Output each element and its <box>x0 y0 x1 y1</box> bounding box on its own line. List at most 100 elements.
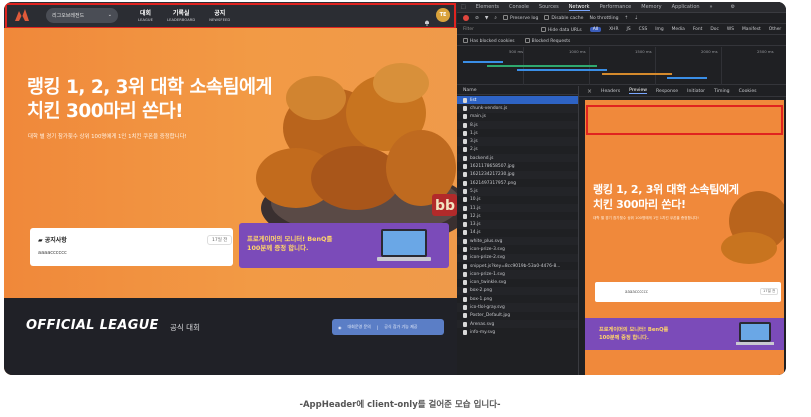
promo-banner[interactable]: 프로게이머의 모니터! BenQ를 100분께 증정 합니다. <box>239 223 449 268</box>
panel-divider[interactable] <box>578 86 579 375</box>
file-icon <box>463 180 467 186</box>
download-icon[interactable]: ⇣ <box>634 16 638 21</box>
request-row[interactable]: white_plus.svg <box>457 237 578 246</box>
request-row[interactable]: 1621234217230.jpg <box>457 170 578 179</box>
clear-icon[interactable]: ⊘ <box>475 16 479 21</box>
tab-memory[interactable]: Memory <box>641 4 661 10</box>
request-row[interactable]: box-1.png <box>457 295 578 303</box>
record-icon[interactable] <box>463 15 469 21</box>
tab-response[interactable]: Response <box>656 89 678 94</box>
request-row[interactable]: 1621178658507.jpg <box>457 162 578 170</box>
request-name: snippet.js?key=8cc9019b-53a0-4476-8... <box>470 263 561 269</box>
type-manifest[interactable]: Manifest <box>742 27 761 32</box>
request-row[interactable]: snippet.js?key=8cc9019b-53a0-4476-8... <box>457 262 578 270</box>
tab-initiator[interactable]: Initiator <box>687 89 705 94</box>
request-name: Poster_Default.jpg <box>470 313 511 319</box>
request-row[interactable]: 14.js <box>457 229 578 237</box>
request-name: 14.js <box>470 230 481 236</box>
request-row[interactable]: icon_twinkle.svg <box>457 279 578 287</box>
tab-performance[interactable]: Performance <box>600 4 632 10</box>
filter-input[interactable]: Filter <box>463 27 533 32</box>
network-timeline[interactable]: 500 ms 1000 ms 1500 ms 2000 ms 2500 ms <box>457 47 786 85</box>
request-row[interactable]: 11.js <box>457 203 578 213</box>
tab-application[interactable]: Application <box>672 4 700 10</box>
file-icon <box>463 164 467 170</box>
notice-card[interactable]: ▰ 공지사항 17일 전 aaaacccccc <box>30 228 233 266</box>
badge-text: bb <box>435 198 455 214</box>
contact-button[interactable]: 대회운영 문의 <box>348 324 371 330</box>
devtools-panel: ⬚ Elements Console Sources Network Perfo… <box>457 2 786 375</box>
request-row[interactable]: main.js <box>457 113 578 121</box>
blocked-cookies-checkbox[interactable]: Has blocked cookies <box>463 37 515 44</box>
request-row[interactable]: icon-prize-2.svg <box>457 253 578 262</box>
tab-network[interactable]: Network <box>568 4 590 11</box>
inspect-icon[interactable]: ⬚ <box>461 4 466 10</box>
tab-elements[interactable]: Elements <box>476 4 499 10</box>
nav-newsfeed[interactable]: 공지 NEWSFEED <box>209 8 230 22</box>
response-preview: 랭킹 1, 2, 3위 대학 소속팀에게 치킨 300마리 쏜다! 대학 별 경… <box>585 100 784 375</box>
request-row[interactable]: 3.js <box>457 137 578 146</box>
tab-headers[interactable]: Headers <box>601 89 620 94</box>
request-row[interactable]: icon-prize-1.svg <box>457 270 578 279</box>
timeline-label: 1000 ms <box>569 49 586 54</box>
type-doc[interactable]: Doc <box>710 27 718 32</box>
request-row[interactable]: info-my.svg <box>457 328 578 336</box>
tab-more[interactable]: » <box>710 4 713 10</box>
request-row[interactable]: 8.js <box>457 120 578 130</box>
type-css[interactable]: CSS <box>639 27 648 32</box>
type-media[interactable]: Media <box>672 27 685 32</box>
disable-cache-checkbox[interactable]: Disable cache <box>544 15 584 21</box>
close-icon[interactable]: × <box>587 88 592 95</box>
filter-icon[interactable]: ▼ <box>485 16 489 21</box>
file-icon <box>463 139 467 145</box>
request-row[interactable]: 10.js <box>457 196 578 204</box>
request-row[interactable]: 5.js <box>457 187 578 196</box>
type-xhr[interactable]: XHR <box>609 27 618 32</box>
tab-preview[interactable]: Preview <box>629 88 648 94</box>
nav-leaderboard[interactable]: 기록실 LEADERBOARD <box>167 8 195 22</box>
tab-timing[interactable]: Timing <box>714 89 730 94</box>
bell-icon[interactable] <box>424 11 430 26</box>
request-row[interactable]: Poster_Default.jpg <box>457 312 578 320</box>
request-row[interactable]: backend.js <box>457 154 578 163</box>
type-font[interactable]: Font <box>693 27 703 32</box>
request-name: 1.js <box>470 130 478 136</box>
disable-cache-label: Disable cache <box>551 16 584 21</box>
request-row[interactable]: 1.js <box>457 129 578 137</box>
timeline-label: 500 ms <box>509 49 524 54</box>
request-row[interactable]: chunk-vendors.js <box>457 104 578 113</box>
hide-data-urls-checkbox[interactable]: Hide data URLs <box>541 26 582 33</box>
upload-icon[interactable]: ⇡ <box>625 16 629 21</box>
name-column-header[interactable]: Name <box>457 86 578 95</box>
preview-title-line1: 랭킹 1, 2, 3위 대학 소속팀에게 <box>593 183 739 196</box>
game-select[interactable]: 리그오브레전드 ⌄ <box>46 7 118 23</box>
request-row[interactable]: 1621497317957.png <box>457 179 578 187</box>
type-js[interactable]: JS <box>627 27 631 32</box>
logo-icon[interactable] <box>14 8 30 22</box>
tab-sources[interactable]: Sources <box>539 4 559 10</box>
type-ws[interactable]: WS <box>727 27 734 32</box>
tab-cookies[interactable]: Cookies <box>739 89 757 94</box>
request-row[interactable]: box-2.png <box>457 286 578 296</box>
request-row[interactable]: ico-tlol-gray.svg <box>457 303 578 312</box>
gear-icon[interactable]: ⚙ <box>731 4 735 10</box>
type-other[interactable]: Other <box>769 27 781 32</box>
file-icon <box>463 122 467 128</box>
type-img[interactable]: Img <box>655 27 663 32</box>
request-row[interactable]: 12.js <box>457 212 578 220</box>
join-button[interactable]: 공식 참가 기능 제공 <box>384 324 417 330</box>
blocked-requests-checkbox[interactable]: Blocked Requests <box>524 37 570 44</box>
avatar[interactable]: TE <box>436 8 450 22</box>
nav-league[interactable]: 대회 LEAGUE <box>138 8 153 22</box>
tab-console[interactable]: Console <box>509 4 529 10</box>
preserve-log-checkbox[interactable]: Preserve log <box>502 15 538 21</box>
request-name: main.js <box>470 114 486 120</box>
request-row[interactable]: icon-prize-3.svg <box>457 245 578 253</box>
request-row[interactable]: Arenas.svg <box>457 320 578 329</box>
search-icon[interactable]: ⌕ <box>494 15 497 21</box>
request-row[interactable]: 2.js <box>457 146 578 154</box>
type-all[interactable]: All <box>589 27 602 32</box>
request-row[interactable]: 13.js <box>457 220 578 229</box>
request-row[interactable]: list <box>457 96 578 105</box>
throttle-select[interactable]: No throttling <box>590 16 619 21</box>
